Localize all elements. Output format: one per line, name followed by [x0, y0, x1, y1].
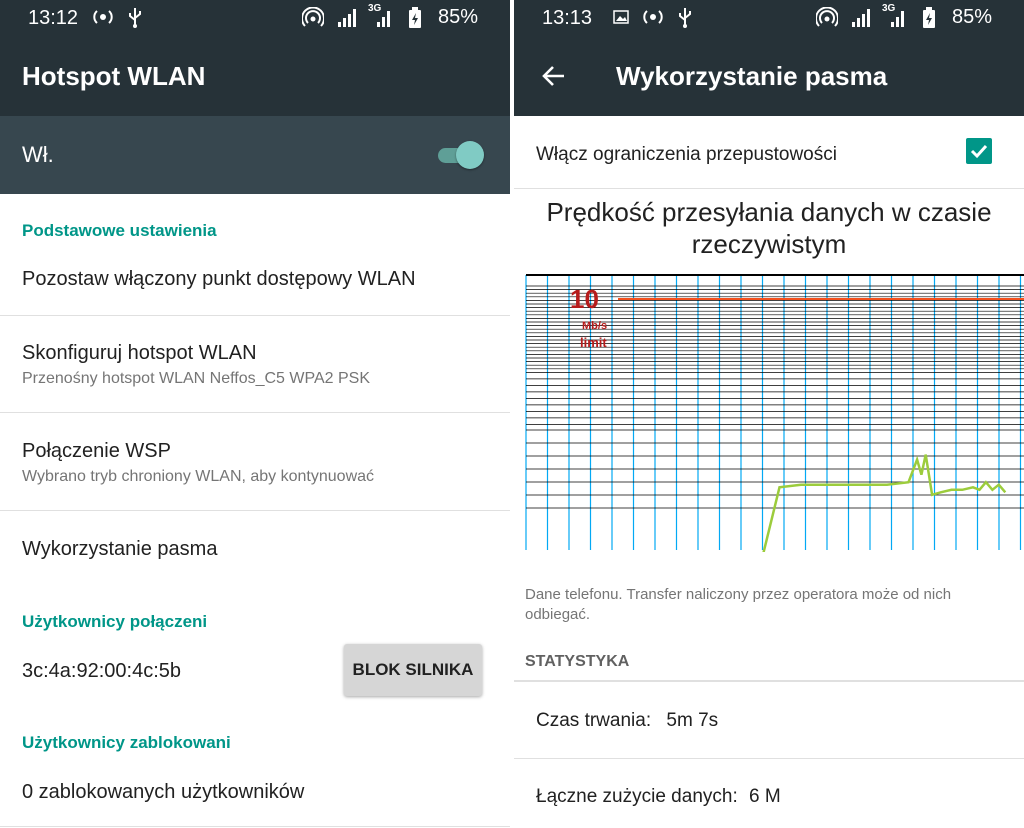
- page-title: Wykorzystanie pasma: [616, 61, 888, 91]
- status-bar: 13:12 3G 85%: [0, 0, 510, 36]
- wifi-hotspot-icon: [815, 6, 838, 29]
- battery-charging-icon: [918, 6, 940, 29]
- statistics-heading: STATYSTYKA: [525, 653, 630, 670]
- divider: [514, 680, 1024, 682]
- bandwidth-usage-item[interactable]: Wykorzystanie pasma: [22, 538, 217, 561]
- realtime-speed-chart: 10 Mb/s limit: [525, 274, 1024, 552]
- section-blocked-users: Użytkownicy zablokowani: [22, 733, 231, 752]
- back-arrow-icon[interactable]: [540, 62, 568, 90]
- chart-title-line2: rzeczywistym: [691, 229, 847, 259]
- total-usage-value: 6 M: [749, 786, 781, 807]
- duration-value: 5m 7s: [666, 710, 719, 731]
- limit-value: 10: [570, 284, 599, 314]
- image-notification-icon: [610, 6, 632, 28]
- toggle-label: Wł.: [22, 142, 54, 167]
- battery-percent: 85%: [951, 6, 992, 28]
- limit-word: limit: [580, 335, 607, 350]
- duration-label: Czas trwania:: [536, 710, 652, 731]
- section-connected-users: Użytkownicy połączeni: [22, 612, 208, 631]
- divider: [514, 758, 1024, 759]
- wifi-hotspot-icon: [301, 6, 324, 29]
- page-title: Hotspot WLAN: [22, 61, 206, 91]
- total-usage-label: Łączne zużycie danych:: [536, 786, 738, 807]
- bandwidth-limit-checkbox[interactable]: [966, 138, 992, 164]
- total-usage-row: Łączne zużycie danych: 6 M: [536, 786, 781, 808]
- configure-hotspot-summary: Przenośny hotspot WLAN Neffos_C5 WPA2 PS…: [22, 370, 371, 387]
- bandwidth-limit-label: Włącz ograniczenia przepustowości: [536, 144, 837, 165]
- divider: [0, 412, 510, 413]
- checkmark-icon: [970, 144, 988, 159]
- battery-percent: 85%: [437, 6, 478, 28]
- signal-3g-icon: 3G: [882, 3, 906, 29]
- status-time: 13:12: [28, 7, 79, 29]
- divider: [0, 826, 510, 827]
- blocked-users-count[interactable]: 0 zablokowanych użytkowników: [22, 781, 304, 804]
- duration-row: Czas trwania: 5m 7s: [536, 710, 718, 732]
- divider: [0, 510, 510, 511]
- status-time: 13:13: [542, 7, 593, 29]
- switch-thumb: [456, 141, 484, 169]
- data-disclaimer-line2: odbiegać.: [525, 606, 591, 623]
- chart-title-line1: Prędkość przesyłania danych w czasie: [546, 197, 992, 227]
- hotspot-settings-screen: 13:12 3G 85% Hotspot WLAN Wł. Podstawowe…: [0, 0, 510, 828]
- block-user-button[interactable]: BLOK SILNIKA: [344, 644, 482, 696]
- bandwidth-limit-row[interactable]: Włącz ograniczenia przepustowości: [514, 116, 1024, 188]
- wps-connection-summary: Wybrano tryb chroniony WLAN, aby kontynu…: [22, 468, 375, 485]
- section-basic-settings: Podstawowe ustawienia: [22, 221, 217, 240]
- network-badge: 3G: [881, 2, 896, 14]
- divider: [514, 188, 1024, 189]
- hotspot-icon: [92, 6, 114, 28]
- limit-unit: Mb/s: [582, 320, 607, 332]
- app-bar: Hotspot WLAN: [0, 36, 510, 116]
- signal-icon: [850, 7, 872, 29]
- usb-icon: [674, 6, 696, 28]
- hotspot-switch[interactable]: [434, 141, 484, 169]
- wps-connection-item[interactable]: Połączenie WSP: [22, 440, 171, 463]
- network-badge: 3G: [367, 2, 382, 14]
- status-bar: 13:13 3G 85%: [514, 0, 1024, 36]
- connected-user-mac: 3c:4a:92:00:4c:5b: [22, 660, 182, 682]
- signal-icon: [336, 7, 358, 29]
- signal-3g-icon: 3G: [368, 3, 392, 29]
- usb-icon: [124, 6, 146, 28]
- data-disclaimer: Dane telefonu. Transfer naliczony przez …: [525, 585, 1024, 625]
- data-disclaimer-line1: Dane telefonu. Transfer naliczony przez …: [525, 586, 952, 603]
- hotspot-icon: [642, 6, 664, 28]
- configure-hotspot-item[interactable]: Skonfiguruj hotspot WLAN: [22, 342, 257, 365]
- battery-charging-icon: [404, 6, 426, 29]
- keep-hotspot-on-item[interactable]: Pozostaw włączony punkt dostępowy WLAN: [22, 268, 416, 291]
- bandwidth-usage-screen: 13:13 3G 85% Wykorzystanie pasma Włącz o…: [514, 0, 1024, 828]
- app-bar: Wykorzystanie pasma: [514, 36, 1024, 116]
- divider: [0, 315, 510, 316]
